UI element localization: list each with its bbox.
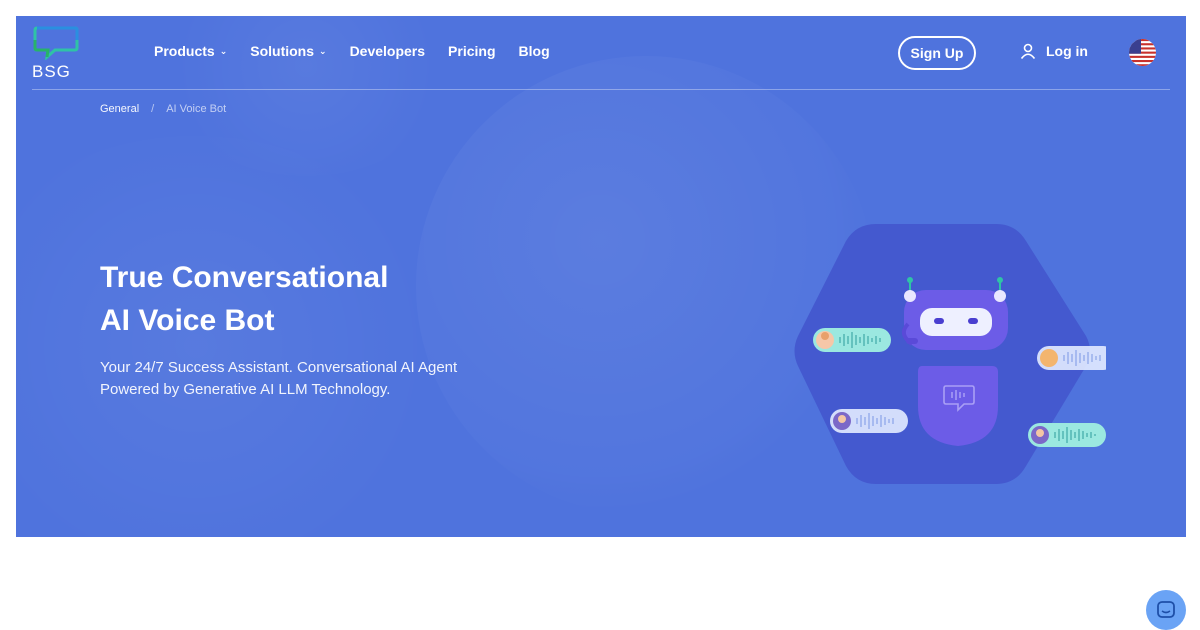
- main-menu: Products ⌄ Solutions ⌄ Developers Pricin…: [154, 43, 573, 59]
- menu-item-label: Solutions: [250, 43, 315, 59]
- voice-bot-illustration: [786, 216, 1115, 496]
- logo-text: BSG: [32, 62, 71, 81]
- page-title: True Conversational AI Voice Bot: [100, 256, 388, 342]
- menu-item-products[interactable]: Products ⌄: [154, 43, 227, 59]
- title-line: AI Voice Bot: [100, 304, 275, 337]
- breadcrumb-current: AI Voice Bot: [166, 103, 227, 115]
- breadcrumb: General / AI Voice Bot: [100, 103, 226, 115]
- log-in-label: Log in: [1046, 43, 1088, 59]
- log-in-button[interactable]: Log in: [1020, 43, 1088, 59]
- bsg-logo[interactable]: BSG: [32, 25, 82, 81]
- chat-icon: [1157, 601, 1175, 618]
- subtitle-line: Your 24/7 Success Assistant. Conversatio…: [100, 359, 458, 376]
- breadcrumb-separator: /: [151, 103, 155, 115]
- menu-item-label: Pricing: [448, 43, 496, 59]
- user-icon: [1020, 43, 1036, 59]
- live-chat-button[interactable]: [1146, 590, 1186, 630]
- sign-up-button[interactable]: Sign Up: [898, 36, 976, 70]
- menu-item-label: Products: [154, 43, 215, 59]
- page-subtitle: Your 24/7 Success Assistant. Conversatio…: [100, 357, 500, 401]
- chevron-down-icon: ⌄: [319, 45, 327, 56]
- menu-item-blog[interactable]: Blog: [519, 43, 550, 59]
- menu-item-developers[interactable]: Developers: [350, 43, 425, 59]
- top-navigation: BSG Products ⌄ Solutions ⌄ Developers Pr…: [32, 16, 1170, 90]
- menu-item-solutions[interactable]: Solutions ⌄: [250, 43, 326, 59]
- subtitle-line: Powered by Generative AI LLM Technology.: [100, 381, 391, 398]
- title-line: True Conversational: [100, 261, 389, 294]
- menu-item-pricing[interactable]: Pricing: [448, 43, 495, 59]
- menu-item-label: Developers: [349, 43, 426, 59]
- logo-chat-bubble-icon: [33, 26, 79, 60]
- chevron-down-icon: ⌄: [219, 45, 228, 56]
- breadcrumb-link-general[interactable]: General: [100, 103, 139, 115]
- menu-item-label: Blog: [518, 43, 550, 59]
- hero-section: BSG Products ⌄ Solutions ⌄ Developers Pr…: [16, 16, 1186, 537]
- us-flag-icon[interactable]: [1129, 39, 1156, 66]
